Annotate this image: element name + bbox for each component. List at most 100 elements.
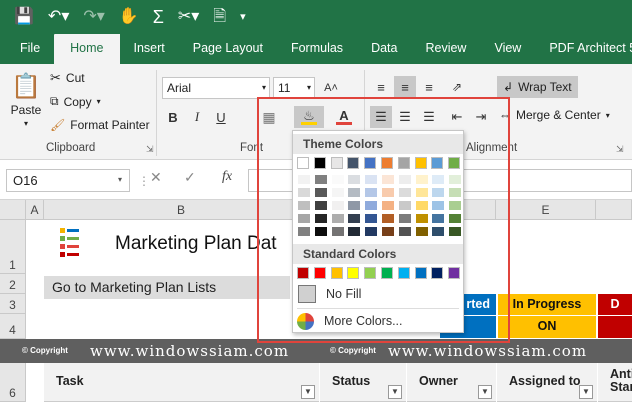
tab-data[interactable]: Data [357, 34, 411, 64]
increase-indent-icon[interactable]: ⇥ [470, 106, 492, 128]
header-status[interactable]: Status ▼ [320, 363, 406, 402]
dialog-launcher-icon[interactable]: ⇲ [616, 144, 624, 155]
standard-color-swatch[interactable] [414, 267, 427, 279]
filter-dropdown-icon[interactable]: ▼ [478, 385, 492, 399]
save-icon[interactable]: 💾 [14, 9, 34, 25]
theme-shade-swatch[interactable] [432, 201, 445, 210]
touch-mode-icon[interactable]: ✋ [119, 9, 139, 25]
theme-shade-swatch[interactable] [314, 175, 327, 184]
align-right-icon[interactable]: ☰ [418, 106, 440, 128]
copy-button[interactable]: ⧉ Copy ▾ [50, 94, 101, 109]
borders-icon[interactable]: ▦ [258, 106, 280, 128]
merge-center-button[interactable]: ⇔ Merge & Center ▾ [499, 108, 610, 122]
theme-color-swatch[interactable] [347, 157, 360, 169]
theme-shade-swatch[interactable] [348, 227, 361, 236]
filter-dropdown-icon[interactable]: ▼ [388, 385, 402, 399]
chevron-down-icon[interactable]: ▾ [118, 175, 122, 184]
theme-shade-swatch[interactable] [314, 227, 327, 236]
theme-color-swatch[interactable] [330, 157, 343, 169]
theme-color-swatch[interactable] [364, 157, 377, 169]
sum-icon[interactable]: Σ [153, 8, 164, 26]
theme-shade-swatch[interactable] [382, 214, 394, 223]
header-assigned-to[interactable]: Assigned to ▼ [497, 363, 597, 402]
standard-color-swatch[interactable] [397, 267, 410, 279]
theme-shade-swatch[interactable] [382, 201, 394, 210]
standard-color-swatch[interactable] [448, 267, 461, 279]
theme-color-swatch[interactable] [313, 157, 326, 169]
insert-function-icon[interactable]: fx [222, 169, 232, 192]
underline-button[interactable]: U [210, 106, 232, 128]
column-header-b[interactable]: B [44, 200, 319, 220]
tab-formulas[interactable]: Formulas [277, 34, 357, 64]
theme-color-swatch[interactable] [381, 157, 393, 169]
status-on-cell[interactable]: ON [498, 316, 596, 338]
orientation-icon[interactable]: ⇗ [446, 76, 468, 98]
theme-shade-swatch[interactable] [398, 227, 411, 236]
theme-shade-swatch[interactable] [382, 188, 394, 197]
theme-color-swatch[interactable] [414, 157, 427, 169]
cut-button[interactable]: ✂ Cut [50, 70, 85, 86]
header-owner[interactable]: Owner ▼ [407, 363, 496, 402]
theme-shade-swatch[interactable] [314, 201, 327, 210]
increase-font-icon[interactable]: A˄ [320, 77, 342, 99]
standard-color-swatch[interactable] [297, 267, 309, 279]
tab-review[interactable]: Review [411, 34, 480, 64]
fill-color-icon[interactable]: ✂▾ [178, 9, 199, 25]
tab-insert[interactable]: Insert [120, 34, 179, 64]
theme-color-swatch[interactable] [431, 157, 444, 169]
theme-shade-swatch[interactable] [365, 175, 378, 184]
theme-shade-swatch[interactable] [314, 188, 327, 197]
bold-button[interactable]: B [162, 106, 184, 128]
tab-page-layout[interactable]: Page Layout [179, 34, 277, 64]
name-box[interactable]: O16 [6, 169, 130, 192]
font-size-combo[interactable]: 11 ▾ [273, 77, 315, 99]
theme-color-swatch[interactable] [397, 157, 410, 169]
row-header-4[interactable]: 4 [0, 314, 26, 339]
theme-shade-swatch[interactable] [365, 227, 378, 236]
tab-pdf-architect[interactable]: PDF Architect 5 C [535, 34, 632, 64]
theme-shade-swatch[interactable] [298, 201, 310, 210]
align-center-icon[interactable]: ☰ [394, 106, 416, 128]
header-anticipated-start[interactable]: Anti Star [598, 363, 632, 402]
theme-shade-swatch[interactable] [432, 175, 445, 184]
redo-icon[interactable]: ↷▾ [83, 9, 104, 25]
theme-shade-swatch[interactable] [348, 201, 361, 210]
standard-color-swatch[interactable] [431, 267, 444, 279]
dialog-launcher-icon[interactable]: ⇲ [146, 144, 154, 155]
standard-color-swatch[interactable] [313, 267, 326, 279]
theme-shade-swatch[interactable] [415, 201, 428, 210]
theme-shade-swatch[interactable] [365, 201, 378, 210]
theme-color-swatch[interactable] [297, 157, 309, 169]
theme-shade-swatch[interactable] [348, 175, 361, 184]
theme-shade-swatch[interactable] [331, 175, 344, 184]
theme-shade-swatch[interactable] [348, 188, 361, 197]
decrease-indent-icon[interactable]: ⇤ [446, 106, 468, 128]
status-d-cell[interactable]: D [598, 294, 632, 315]
more-colors-option[interactable]: More Colors... [297, 310, 461, 332]
tab-view[interactable]: View [480, 34, 535, 64]
theme-shade-swatch[interactable] [432, 227, 445, 236]
theme-shade-swatch[interactable] [382, 175, 394, 184]
theme-shade-swatch[interactable] [331, 201, 344, 210]
theme-shade-swatch[interactable] [432, 188, 445, 197]
theme-shade-swatch[interactable] [331, 227, 344, 236]
theme-shade-swatch[interactable] [398, 201, 411, 210]
theme-shade-swatch[interactable] [398, 175, 411, 184]
theme-shade-swatch[interactable] [449, 214, 462, 223]
theme-shade-swatch[interactable] [415, 175, 428, 184]
tab-file[interactable]: File [0, 34, 54, 64]
theme-color-swatch[interactable] [448, 157, 461, 169]
row-header-3[interactable]: 3 [0, 294, 26, 314]
theme-shade-swatch[interactable] [314, 214, 327, 223]
theme-shade-swatch[interactable] [365, 188, 378, 197]
align-middle-icon[interactable]: ≡ [394, 76, 416, 98]
align-left-icon[interactable]: ☰ [370, 106, 392, 128]
tab-home[interactable]: Home [54, 34, 120, 64]
theme-shade-swatch[interactable] [449, 175, 462, 184]
undo-icon[interactable]: ↶▾ [48, 9, 69, 25]
customize-qat-icon[interactable]: ▾ [240, 11, 246, 23]
theme-shade-swatch[interactable] [298, 188, 310, 197]
align-top-icon[interactable]: ≡ [370, 76, 392, 98]
filter-dropdown-icon[interactable]: ▼ [579, 385, 593, 399]
column-header-e[interactable]: E [496, 200, 596, 220]
